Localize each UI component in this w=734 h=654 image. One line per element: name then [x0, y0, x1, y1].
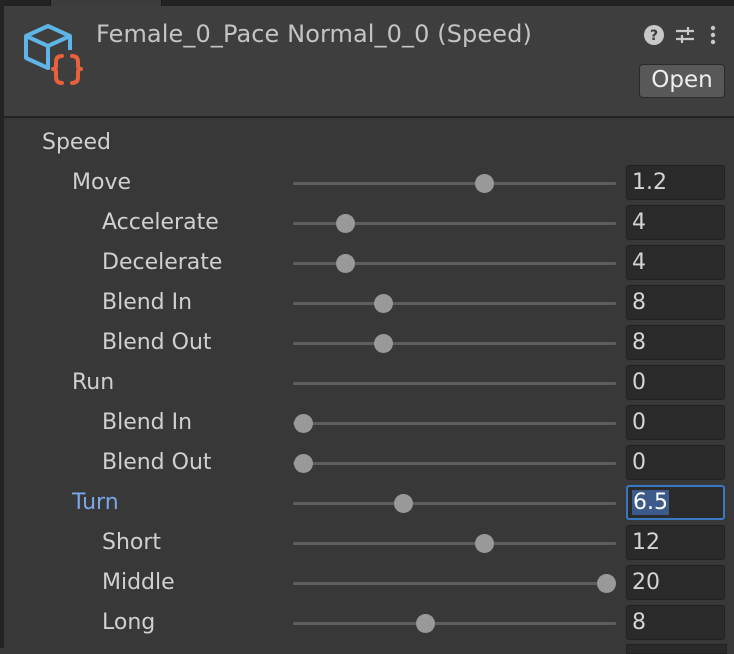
slider-thumb[interactable]: [393, 494, 413, 513]
slider-track[interactable]: [293, 582, 616, 585]
value-text: 8: [632, 330, 646, 355]
property-label: Blend In: [102, 290, 193, 315]
property-row: Blend In 0: [0, 403, 734, 443]
property-row: Move 1.2: [0, 163, 734, 203]
property-label: Blend In: [102, 410, 193, 435]
property-label: Long: [102, 610, 156, 635]
slider-thumb[interactable]: [374, 334, 394, 353]
property-label: Short: [102, 530, 162, 555]
slider-track[interactable]: [293, 422, 616, 425]
scriptable-asset-icon: [24, 24, 84, 88]
help-icon[interactable]: ?: [643, 24, 665, 46]
value-text: 0: [632, 410, 646, 435]
value-field[interactable]: 1.2: [626, 165, 725, 200]
value-text: 8: [632, 610, 646, 635]
section-label: Speed: [42, 130, 111, 155]
slider-thumb[interactable]: [597, 574, 617, 593]
property-row: Long 8: [0, 603, 734, 643]
property-label: Decelerate: [102, 250, 223, 275]
value-field[interactable]: 8: [626, 285, 725, 320]
property-list: Speed Move 1.2 Accelerate 4 Decelerate 4 Blend…: [0, 118, 734, 648]
inspector-header: Female_0_Pace Normal_0_0 (Speed) ? Open: [4, 6, 734, 118]
presets-icon[interactable]: [674, 24, 696, 46]
value-field[interactable]: 4: [626, 205, 725, 240]
property-label: Turn: [72, 490, 119, 515]
property-row: Short 12: [0, 523, 734, 563]
property-row: Middle 20: [0, 563, 734, 603]
value-text: 12: [632, 530, 660, 555]
property-row: Blend Out 8: [0, 323, 734, 363]
value-text: 4: [632, 210, 646, 235]
value-field[interactable]: 0: [626, 405, 725, 440]
slider-track[interactable]: [293, 342, 616, 345]
value-field[interactable]: 8: [626, 605, 725, 640]
value-text: 20: [632, 570, 660, 595]
property-label: Blend Out: [102, 330, 212, 355]
slider-track[interactable]: [293, 542, 616, 545]
slider-thumb[interactable]: [474, 174, 494, 193]
slider-thumb[interactable]: [374, 294, 394, 313]
value-text: 4: [632, 250, 646, 275]
slider-thumb[interactable]: [293, 414, 313, 433]
slider-thumb[interactable]: [335, 254, 355, 273]
next-value-field[interactable]: [626, 644, 727, 654]
slider-thumb[interactable]: [293, 454, 313, 473]
value-field[interactable]: 0: [626, 365, 725, 400]
slider-track[interactable]: [293, 382, 616, 385]
value-field[interactable]: 20: [626, 565, 725, 600]
value-field[interactable]: 0: [626, 445, 725, 480]
section-header[interactable]: Speed: [0, 123, 734, 163]
slider-thumb[interactable]: [335, 214, 355, 233]
property-row: Blend Out 0: [0, 443, 734, 483]
value-field[interactable]: 8: [626, 325, 725, 360]
property-row: Run 0: [0, 363, 734, 403]
property-row: Accelerate 4: [0, 203, 734, 243]
slider-track[interactable]: [293, 302, 616, 305]
value-text: 6.5: [632, 490, 669, 515]
property-row: Blend In 8: [0, 283, 734, 323]
property-label: Move: [72, 170, 131, 195]
value-text: 0: [632, 450, 646, 475]
slider-track[interactable]: [293, 622, 616, 625]
asset-title: Female_0_Pace Normal_0_0 (Speed): [96, 20, 532, 48]
slider-thumb[interactable]: [416, 614, 436, 633]
more-menu-icon[interactable]: [706, 24, 720, 46]
svg-text:?: ?: [650, 28, 658, 44]
property-row: Decelerate 4: [0, 243, 734, 283]
open-button[interactable]: Open: [639, 64, 725, 98]
value-text: 8: [632, 290, 646, 315]
property-label: Run: [72, 370, 115, 395]
slider-thumb[interactable]: [474, 534, 494, 553]
property-label: Blend Out: [102, 450, 212, 475]
property-row: Turn 6.5: [0, 483, 734, 523]
value-field[interactable]: 4: [626, 245, 725, 280]
value-text: 0: [632, 370, 646, 395]
value-field[interactable]: 6.5: [626, 485, 725, 520]
slider-track[interactable]: [293, 182, 616, 185]
property-label: Middle: [102, 570, 175, 595]
value-text: 1.2: [632, 170, 667, 195]
property-label: Accelerate: [102, 210, 219, 235]
value-field[interactable]: 12: [626, 525, 725, 560]
slider-track[interactable]: [293, 462, 616, 465]
slider-track[interactable]: [293, 502, 616, 505]
